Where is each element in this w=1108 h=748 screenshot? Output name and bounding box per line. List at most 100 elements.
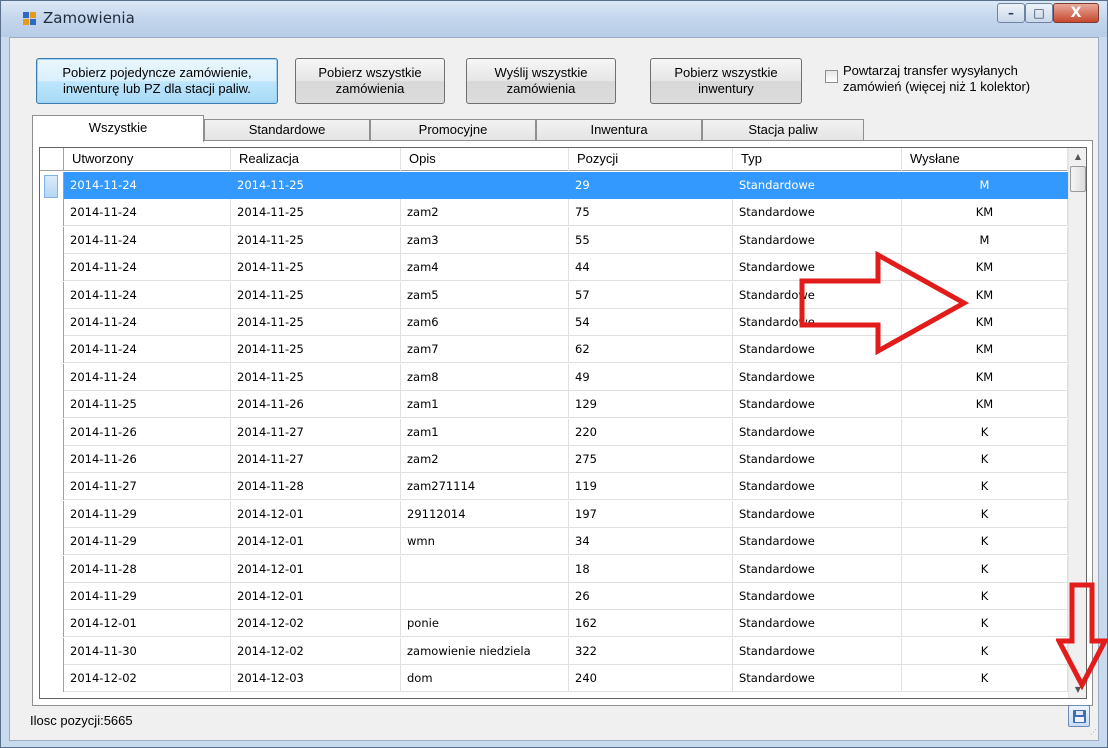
cell-typ[interactable]: Standardowe [733,637,902,665]
table-row[interactable]: 2014-11-29 2014-12-01 29112014 197 Standardo… [40,500,1068,528]
row-selector[interactable] [40,528,64,556]
header-col-utworzony[interactable]: Utworzony [64,148,231,171]
scroll-down-icon[interactable]: ▼ [1069,681,1086,698]
cell-utworzony[interactable]: 2014-12-01 [64,610,231,638]
tab-promocyjne[interactable]: Promocyjne [370,119,536,141]
cell-typ[interactable]: Standardowe [733,172,902,199]
cell-realizacja[interactable]: 2014-12-01 [231,555,401,583]
cell-utworzony[interactable]: 2014-11-26 [64,446,231,473]
table-row[interactable]: 2014-11-30 2014-12-02 zamowienie niedziela… [40,637,1068,665]
cell-utworzony[interactable]: 2014-11-30 [64,637,231,665]
cell-realizacja[interactable]: 2014-11-28 [231,473,401,501]
row-selector[interactable] [40,637,64,665]
row-selector[interactable] [40,254,64,282]
cell-typ[interactable]: Standardowe [733,254,902,282]
cell-typ[interactable]: Standardowe [733,473,902,501]
cell-pozycji[interactable]: 49 [569,363,733,391]
cell-opis[interactable]: ponie [401,610,569,638]
cell-utworzony[interactable]: 2014-11-24 [64,199,231,227]
cell-realizacja[interactable]: 2014-12-03 [231,665,401,693]
cell-opis[interactable]: zam6 [401,309,569,336]
cell-utworzony[interactable]: 2014-12-02 [64,665,231,693]
cell-wyslane[interactable]: K [902,583,1068,610]
cell-wyslane[interactable]: KM [902,254,1068,282]
cell-wyslane[interactable]: KM [902,363,1068,391]
cell-realizacja[interactable]: 2014-11-26 [231,391,401,419]
cell-pozycji[interactable]: 197 [569,500,733,528]
cell-utworzony[interactable]: 2014-11-24 [64,226,231,254]
cell-opis[interactable]: zam2 [401,446,569,473]
cell-realizacja[interactable]: 2014-12-01 [231,500,401,528]
cell-opis[interactable] [401,172,569,199]
cell-realizacja[interactable]: 2014-12-01 [231,583,401,610]
cell-realizacja[interactable]: 2014-12-02 [231,610,401,638]
cell-wyslane[interactable]: M [902,226,1068,254]
cell-opis[interactable]: zam3 [401,226,569,254]
table-row[interactable]: 2014-11-25 2014-11-26 zam1 129 Standardowe KM [40,391,1068,419]
cell-realizacja[interactable]: 2014-12-02 [231,637,401,665]
resize-grip-icon[interactable]: ⋰ [1090,728,1098,736]
cell-realizacja[interactable]: 2014-11-25 [231,363,401,391]
cell-typ[interactable]: Standardowe [733,446,902,473]
cell-wyslane[interactable]: K [902,528,1068,556]
cell-realizacja[interactable]: 2014-11-25 [231,309,401,336]
table-row[interactable]: 2014-11-27 2014-11-28 zam271114 119 Standard… [40,473,1068,501]
cell-realizacja[interactable]: 2014-11-25 [231,336,401,364]
cell-opis[interactable]: zam5 [401,281,569,309]
row-selector[interactable] [40,199,64,227]
vertical-scrollbar[interactable]: ▲ ▼ [1068,148,1086,698]
cell-utworzony[interactable]: 2014-11-24 [64,336,231,364]
cell-pozycji[interactable]: 220 [569,418,733,446]
cell-wyslane[interactable]: KM [902,309,1068,336]
header-row-selector[interactable] [40,148,64,171]
cell-typ[interactable]: Standardowe [733,418,902,446]
orders-grid[interactable]: Utworzony Realizacja Opis Pozycji Typ Wysłane… [39,147,1087,699]
row-selector[interactable] [40,610,64,638]
cell-utworzony[interactable]: 2014-11-24 [64,172,231,199]
scroll-up-icon[interactable]: ▲ [1069,148,1086,165]
cell-utworzony[interactable]: 2014-11-27 [64,473,231,501]
tab-wszystkie[interactable]: Wszystkie [32,115,204,142]
table-row[interactable]: 2014-11-24 2014-11-25 zam3 55 Standardowe M [40,226,1068,254]
cell-realizacja[interactable]: 2014-11-25 [231,226,401,254]
cell-typ[interactable]: Standardowe [733,226,902,254]
cell-typ[interactable]: Standardowe [733,309,902,336]
minimize-button[interactable]: – [997,3,1025,23]
fetch-all-orders-button[interactable]: Pobierz wszystkie zamówienia [295,58,445,104]
table-row[interactable]: 2014-11-29 2014-12-01 26 Standardowe K [40,583,1068,610]
cell-wyslane[interactable]: KM [902,336,1068,364]
cell-pozycji[interactable]: 119 [569,473,733,501]
row-selector[interactable] [40,665,64,693]
cell-pozycji[interactable]: 62 [569,336,733,364]
repeat-transfer-label[interactable]: Powtarzaj transfer wysyłanych zamówień (… [843,63,1030,95]
header-col-typ[interactable]: Typ [733,148,902,171]
tab-stacja-paliw[interactable]: Stacja paliw [702,119,864,141]
table-row[interactable]: 2014-11-24 2014-11-25 zam8 49 Standardowe KM [40,363,1068,391]
cell-opis[interactable]: wmn [401,528,569,556]
cell-typ[interactable]: Standardowe [733,528,902,556]
cell-typ[interactable]: Standardowe [733,363,902,391]
tab-standardowe[interactable]: Standardowe [204,119,370,141]
cell-opis[interactable]: zam1 [401,418,569,446]
cell-opis[interactable] [401,583,569,610]
cell-wyslane[interactable]: K [902,500,1068,528]
row-selector[interactable] [40,226,64,254]
cell-pozycji[interactable]: 18 [569,555,733,583]
cell-opis[interactable] [401,555,569,583]
cell-typ[interactable]: Standardowe [733,665,902,693]
cell-opis[interactable]: zamowienie niedziela [401,637,569,665]
cell-typ[interactable]: Standardowe [733,555,902,583]
table-row[interactable]: 2014-11-24 2014-11-25 zam5 57 Standardowe KM [40,281,1068,309]
cell-opis[interactable]: 29112014 [401,500,569,528]
cell-wyslane[interactable]: KM [902,281,1068,309]
cell-utworzony[interactable]: 2014-11-24 [64,281,231,309]
cell-realizacja[interactable]: 2014-11-27 [231,418,401,446]
cell-wyslane[interactable]: K [902,418,1068,446]
header-col-realizacja[interactable]: Realizacja [231,148,401,171]
scrollbar-thumb[interactable] [1070,166,1086,192]
cell-typ[interactable]: Standardowe [733,583,902,610]
cell-utworzony[interactable]: 2014-11-26 [64,418,231,446]
header-col-pozycji[interactable]: Pozycji [569,148,733,171]
cell-wyslane[interactable]: KM [902,199,1068,227]
table-row[interactable]: 2014-11-24 2014-11-25 zam7 62 Standardowe KM [40,336,1068,364]
